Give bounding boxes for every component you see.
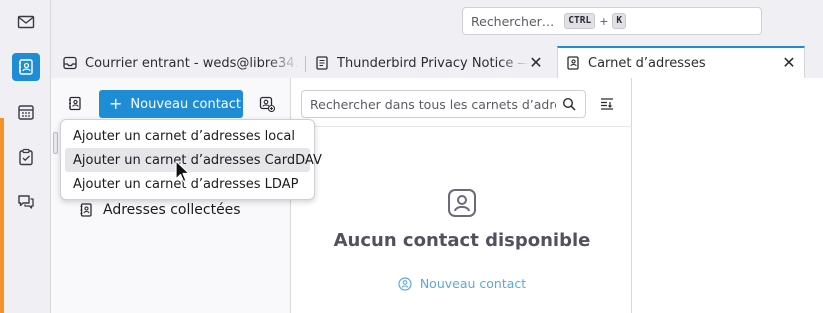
search-icon bbox=[562, 97, 576, 111]
contact-detail-pane bbox=[633, 78, 823, 313]
shortcut-key-ctrl: CTRL bbox=[564, 13, 596, 29]
tasks-space-button[interactable] bbox=[12, 143, 40, 171]
chat-bubbles-icon bbox=[18, 195, 34, 209]
address-book-icon bbox=[80, 203, 92, 217]
menu-item-label: Ajouter un carnet d’adresses CardDAV bbox=[73, 152, 322, 168]
global-search-input[interactable]: Rechercher… CTRL + K bbox=[462, 7, 762, 35]
search-placeholder: Rechercher… bbox=[471, 13, 555, 29]
pane-splitter-grip[interactable] bbox=[53, 132, 58, 154]
clipboard-check-icon bbox=[19, 148, 33, 166]
tab-privacy-notice-label: Thunderbird Privacy Notice — Mozilla bbox=[337, 55, 529, 71]
address-book-icon bbox=[567, 56, 579, 70]
contacts-search-placeholder: Rechercher dans tous les carnets d’adres… bbox=[310, 96, 556, 112]
contact-card-icon bbox=[448, 189, 476, 217]
tab-privacy-close[interactable]: ✕ bbox=[529, 55, 543, 71]
address-book-icon bbox=[19, 59, 33, 75]
empty-state-new-contact-label: Nouveau contact bbox=[419, 276, 527, 291]
list-header-divider bbox=[292, 126, 632, 127]
tab-address-book-label: Carnet d’adresses bbox=[588, 55, 706, 71]
envelope-icon bbox=[17, 15, 35, 29]
new-contact-icon bbox=[398, 276, 412, 291]
tab-privacy-notice[interactable]: Thunderbird Privacy Notice — Mozilla bbox=[315, 48, 529, 78]
chat-space-button[interactable] bbox=[12, 188, 40, 216]
new-address-book-button[interactable] bbox=[64, 93, 86, 115]
list-options-icon bbox=[601, 98, 613, 110]
empty-state-title: Aucun contact disponible bbox=[333, 230, 591, 251]
menu-item-label: Ajouter un carnet d’adresses local bbox=[73, 128, 295, 144]
tab-inbox-label: Courrier entrant - weds@libre34.org bbox=[85, 55, 299, 71]
tab-separator bbox=[305, 56, 306, 72]
mouse-cursor-icon bbox=[175, 160, 190, 183]
tab-inbox[interactable]: Courrier entrant - weds@libre34.org bbox=[63, 48, 299, 78]
sidebar-item-collected-addresses[interactable]: Adresses collectées bbox=[79, 202, 241, 218]
empty-state-new-contact-button[interactable]: Nouveau contact bbox=[292, 276, 632, 291]
unified-toolbar: Rechercher… CTRL + K bbox=[51, 0, 823, 42]
shortcut-key-k: K bbox=[612, 13, 627, 29]
contact-list-add-icon bbox=[259, 96, 275, 112]
new-contact-button[interactable]: + Nouveau contact bbox=[99, 90, 243, 118]
calendar-space-button[interactable] bbox=[12, 98, 40, 126]
plus-icon: + bbox=[109, 94, 123, 113]
spaces-toolbar bbox=[0, 0, 51, 313]
list-display-options-button[interactable] bbox=[596, 93, 618, 115]
contacts-list-pane: Rechercher dans tous les carnets d’adres… bbox=[292, 78, 632, 313]
tab-strip: Courrier entrant - weds@libre34.org Thun… bbox=[51, 42, 823, 78]
menu-item-add-local-address-book[interactable]: Ajouter un carnet d’adresses local bbox=[65, 124, 310, 148]
mail-space-button[interactable] bbox=[12, 8, 40, 36]
sidebar-item-label: Adresses collectées bbox=[103, 202, 241, 218]
inbox-icon bbox=[63, 56, 77, 70]
new-contact-label: Nouveau contact bbox=[130, 96, 242, 112]
document-icon bbox=[316, 56, 328, 70]
address-book-add-icon bbox=[69, 96, 81, 111]
contacts-search-input[interactable]: Rechercher dans tous les carnets d’adres… bbox=[301, 90, 586, 118]
accent-strip bbox=[0, 118, 4, 313]
close-icon[interactable]: ✕ bbox=[782, 55, 796, 71]
address-book-space-button[interactable] bbox=[12, 53, 40, 81]
calendar-icon bbox=[18, 105, 34, 120]
close-icon: ✕ bbox=[529, 55, 543, 71]
new-list-button[interactable] bbox=[256, 93, 278, 115]
shortcut-plus: + bbox=[599, 14, 609, 28]
tab-address-book[interactable]: Carnet d’adresses ✕ bbox=[557, 46, 805, 78]
